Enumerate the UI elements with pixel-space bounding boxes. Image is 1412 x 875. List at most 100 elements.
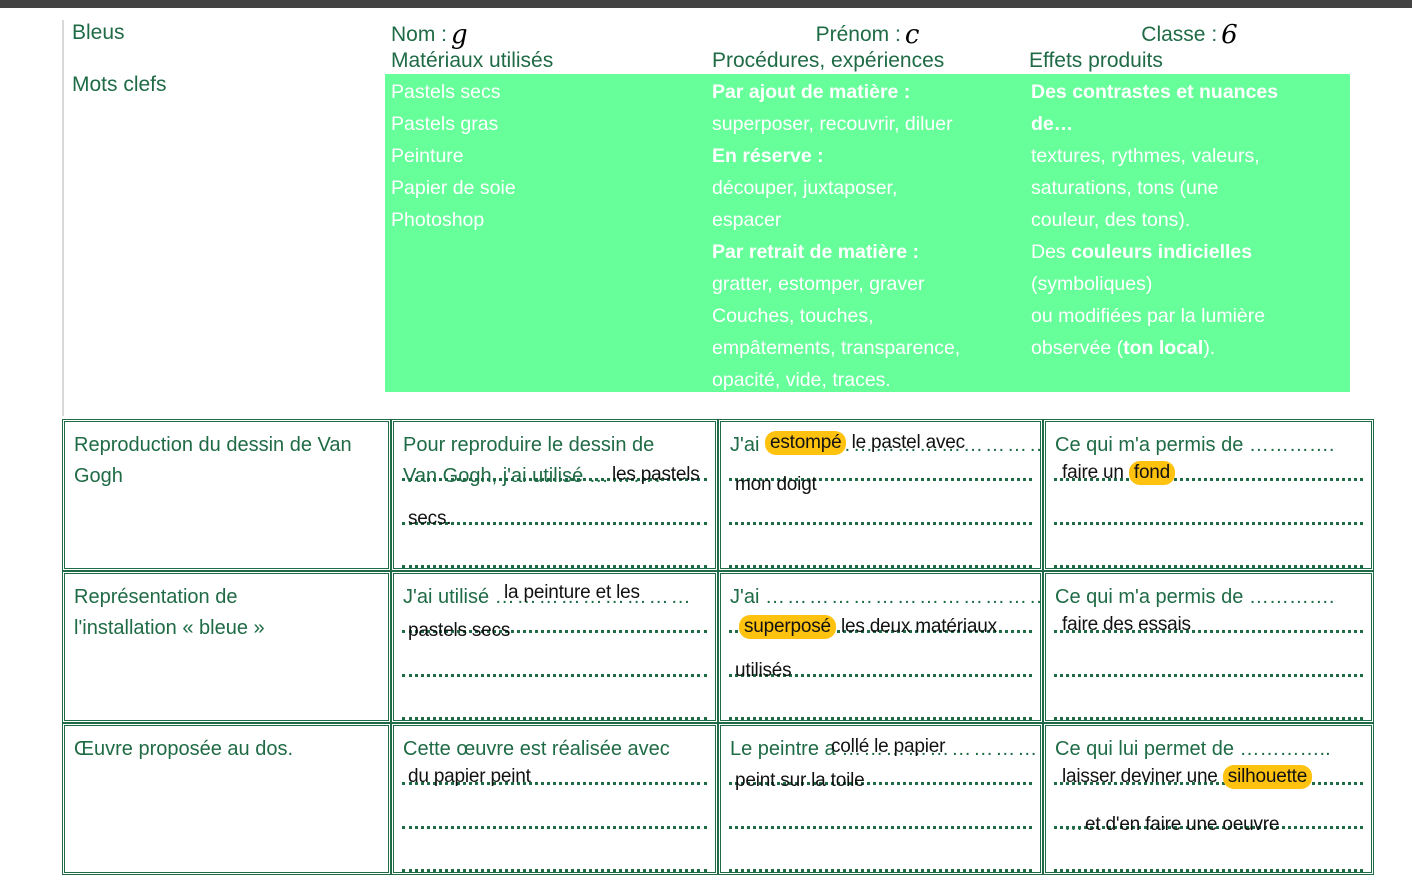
- writing-rule: [402, 869, 707, 872]
- keyword-item: ou modifiées par la lumière: [1031, 305, 1266, 327]
- keyword-heading: de…: [1031, 113, 1074, 135]
- row1-procedures-answer-2[interactable]: mon doigt: [735, 474, 817, 495]
- keyword-item: superposer, recouvrir, diluer: [712, 113, 953, 135]
- table-row: Œuvre proposée au dos. Cette œuvre est r…: [62, 723, 1374, 875]
- column-header-materials: Matériaux utilisés: [391, 49, 554, 72]
- keyword-item: gratter, estomper, graver: [712, 273, 925, 295]
- writing-rule: [1054, 674, 1363, 677]
- keyword-item: Pastels gras: [391, 113, 499, 135]
- row3-subject-cell: Œuvre proposée au dos.: [62, 723, 391, 875]
- writing-rule: [1054, 565, 1363, 568]
- worksheet-header: Bleus Nom :g Matériaux utilisés Prénom :…: [62, 20, 1350, 416]
- header-nom-cell: Nom :g Matériaux utilisés: [385, 20, 706, 73]
- row2-procedures-answer-1[interactable]: superposé les deux matériaux: [739, 615, 997, 639]
- row3-procedures-cell[interactable]: Le peintre a ……………………………… collé le papie…: [718, 723, 1103, 875]
- column-header-effects: Effets produits: [1029, 49, 1163, 72]
- keyword-item: observée (: [1031, 337, 1124, 359]
- row3-effects-prompt: Ce qui lui permet de …………..: [1055, 738, 1331, 760]
- highlighted-term: silhouette: [1222, 765, 1313, 789]
- keyword-item: (symboliques): [1031, 273, 1153, 295]
- keyword-heading-prefix: Des: [1031, 81, 1073, 103]
- row1-materials-answer-1[interactable]: les pastels: [612, 464, 700, 485]
- keyword-item: opacité, vide, traces.: [712, 369, 891, 391]
- row1-materials-cell[interactable]: Pour reproduire le dessin de Van Gogh, j…: [391, 419, 718, 571]
- writing-rule: [402, 717, 707, 720]
- keyword-item: espacer: [712, 209, 782, 231]
- keyword-item: empâtements, transparence,: [712, 337, 961, 359]
- writing-rule: [729, 869, 1032, 872]
- keyword-item: ).: [1203, 337, 1216, 359]
- column-header-procedures: Procédures, expériences: [712, 49, 945, 72]
- row2-subject-cell: Représentation de l'installation « bleue…: [62, 571, 391, 723]
- row1-effects-cell[interactable]: Ce qui m'a permis de …………. faire un fond: [1043, 419, 1374, 571]
- row1-subject-cell: Reproduction du dessin de Van Gogh: [62, 419, 391, 571]
- writing-rule: [1054, 869, 1363, 872]
- header-prenom-cell: Prénom :c Procédures, expériences: [706, 20, 1025, 73]
- keyword-item: Peinture: [391, 145, 464, 167]
- row2-materials-answer-2[interactable]: pastels secs: [408, 620, 510, 641]
- writing-rule: [402, 565, 707, 568]
- window-chrome-bar: [0, 0, 1412, 8]
- keyword-item: saturations, tons (une: [1031, 177, 1219, 199]
- keyword-item: textures, rythmes, valeurs,: [1031, 145, 1260, 167]
- header-classe-cell: Classe :6 Effets produits: [1025, 20, 1350, 73]
- row1-effects-prompt: Ce qui m'a permis de ………….: [1055, 434, 1335, 456]
- row1-procedures-answer-1[interactable]: estompé le pastel avec: [765, 431, 965, 455]
- keyword-heading: Par retrait de matière :: [712, 241, 920, 263]
- classe-value: 6: [1221, 20, 1238, 50]
- theme-title: Bleus: [72, 21, 125, 44]
- writing-rule: [729, 717, 1032, 720]
- row2-materials-cell[interactable]: J'ai utilisé ……………………… la peinture et le…: [391, 571, 718, 723]
- row3-effects-answer-1[interactable]: laisser deviner une silhouette: [1062, 765, 1313, 789]
- row3-procedures-answer-2[interactable]: peint sur la toile: [735, 770, 865, 791]
- worksheet-sheet: Bleus Nom :g Matériaux utilisés Prénom :…: [0, 8, 1412, 875]
- row1-materials-answer-2[interactable]: secs.: [408, 508, 452, 529]
- keyword-heading: couleurs indicielles: [1071, 241, 1253, 263]
- row1-procedures-cell[interactable]: J'ai ………………………………… estompé le pastel ave…: [718, 419, 1049, 571]
- prenom-label: Prénom :: [815, 23, 901, 46]
- keyword-heading: Par ajout de matière :: [712, 81, 911, 103]
- row2-effects-cell[interactable]: Ce qui m'a permis de …………. faire des ess…: [1043, 571, 1374, 723]
- writing-rule: [729, 522, 1032, 525]
- keyword-item: Des: [1031, 241, 1072, 263]
- row3-materials-answer-1[interactable]: du papier peint: [408, 766, 531, 787]
- worksheet-answer-table: Reproduction du dessin de Van Gogh Pour …: [62, 419, 1374, 875]
- keyword-item: découper, juxtaposer,: [712, 177, 898, 199]
- highlighted-term: estompé: [765, 431, 847, 455]
- row2-subject-line2: l'installation « bleue »: [74, 617, 265, 639]
- keywords-label: Mots clefs: [72, 73, 167, 96]
- writing-rule: [1054, 522, 1363, 525]
- keyword-heading: ton local: [1123, 337, 1204, 359]
- table-row: Représentation de l'installation « bleue…: [62, 571, 1374, 723]
- highlighted-term: fond: [1128, 461, 1176, 485]
- keyword-item: Papier de soie: [391, 177, 516, 199]
- keyword-item: Couches, touches,: [712, 305, 874, 327]
- row2-effects-prompt: Ce qui m'a permis de ………….: [1055, 586, 1335, 608]
- row2-procedures-answer-2[interactable]: utilisés: [735, 660, 792, 681]
- keywords-procedures-cell: Par ajout de matière : superposer, recou…: [706, 74, 1025, 392]
- keyword-item: Pastels secs: [391, 81, 501, 103]
- highlighted-term: superposé: [739, 615, 836, 639]
- row3-effects-cell[interactable]: Ce qui lui permet de ………….. laisser devi…: [1043, 723, 1374, 875]
- keywords-effects-cell: Des contrastes et nuances de… textures, …: [1025, 74, 1350, 392]
- row2-procedures-cell[interactable]: J'ai …………………………………… superposé les deux m…: [718, 571, 1073, 723]
- row1-materials-prompt-line1: Pour reproduire le dessin de: [403, 434, 655, 456]
- classe-label: Classe :: [1141, 23, 1218, 46]
- row3-procedures-answer-1[interactable]: collé le papier: [831, 736, 945, 757]
- keyword-item: couleur, des tons).: [1031, 209, 1191, 231]
- nom-label: Nom :: [391, 23, 448, 46]
- writing-rule: [729, 565, 1032, 568]
- row2-materials-answer-1[interactable]: la peinture et les: [504, 582, 640, 603]
- keyword-heading: contrastes et nuances: [1072, 81, 1279, 103]
- row3-materials-cell[interactable]: Cette œuvre est réalisée avec du papier …: [391, 723, 718, 875]
- row3-effects-answer-2[interactable]: …et d'en faire une oeuvre: [1064, 814, 1279, 835]
- keyword-heading: En réserve :: [712, 145, 824, 167]
- nom-value: g: [451, 20, 468, 50]
- keywords-label-cell: Mots clefs: [62, 72, 385, 416]
- header-theme-cell: Bleus: [62, 20, 385, 72]
- row1-subject: Reproduction du dessin de Van Gogh: [74, 434, 352, 487]
- row2-effects-answer[interactable]: faire des essais: [1062, 614, 1191, 635]
- row2-procedures-prompt: J'ai ……………………………………: [730, 586, 1073, 608]
- prenom-value: c: [904, 20, 920, 50]
- row1-effects-answer[interactable]: faire un fond: [1062, 461, 1176, 485]
